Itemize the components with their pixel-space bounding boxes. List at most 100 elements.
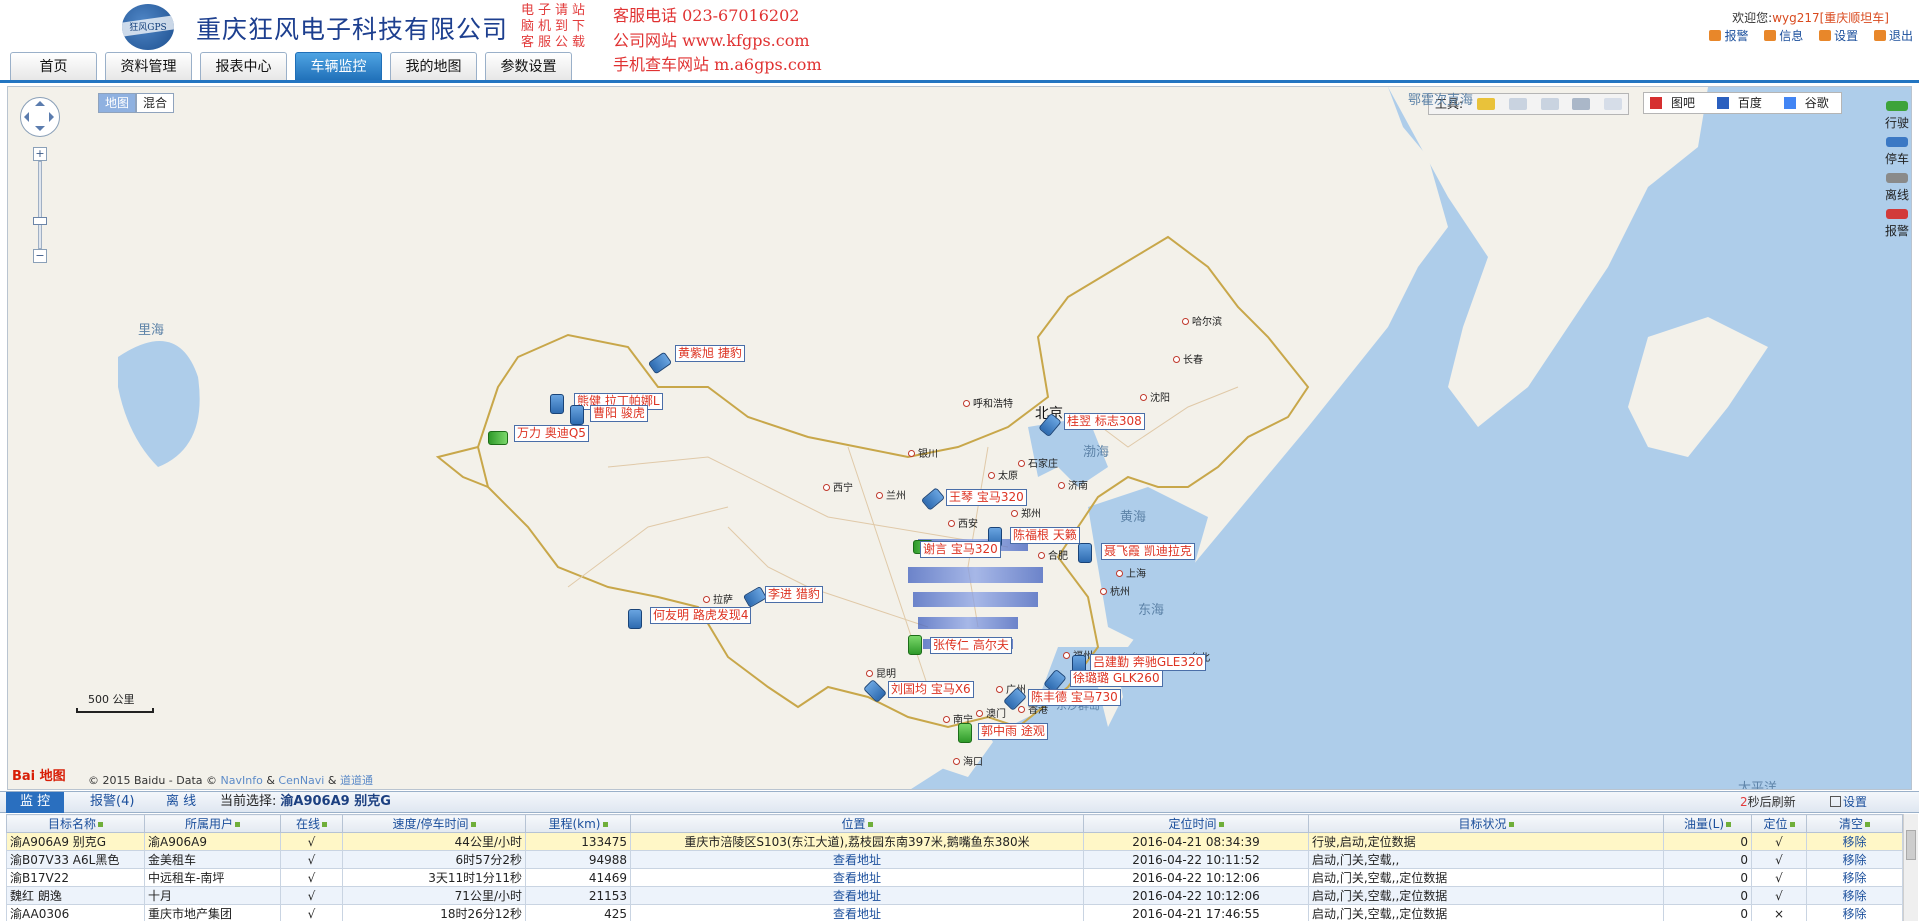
vehicle-icon[interactable]: [488, 431, 508, 445]
vehicle-icon[interactable]: [628, 609, 642, 629]
sort-icon[interactable]: [98, 822, 103, 827]
column-header[interactable]: 位置: [630, 814, 1084, 833]
tab-home[interactable]: 首页: [10, 52, 97, 81]
provider-baidu[interactable]: 百度: [1711, 93, 1774, 113]
vehicle-cluster[interactable]: [913, 592, 1038, 607]
zoom-out-button[interactable]: −: [33, 249, 47, 263]
column-header[interactable]: 清空: [1806, 814, 1903, 833]
cennavi-link[interactable]: CenNavi: [278, 774, 324, 787]
vehicle-icon[interactable]: [570, 405, 584, 425]
vehicle-label[interactable]: 聂飞霞 凯迪拉克: [1101, 543, 1195, 560]
cell-location[interactable]: 查看地址: [630, 886, 1084, 905]
vehicle-label[interactable]: 刘国均 宝马X6: [888, 681, 974, 698]
vehicle-label[interactable]: 何友明 路虎发现4: [650, 607, 752, 624]
zoom-out-tool-icon[interactable]: [1540, 98, 1559, 110]
vehicle-label[interactable]: 吕建勤 奔驰GLE320: [1090, 654, 1207, 671]
pencil-icon[interactable]: [1476, 98, 1495, 110]
column-header[interactable]: 目标名称: [6, 814, 145, 833]
cell-action[interactable]: 移除: [1806, 868, 1903, 887]
sort-icon[interactable]: [1726, 822, 1732, 827]
alarm-link[interactable]: 报警: [1709, 27, 1748, 44]
vehicle-icon[interactable]: [550, 394, 564, 414]
column-header[interactable]: 里程(km): [525, 814, 631, 833]
vehicle-label[interactable]: 桂翌 标志308: [1064, 413, 1145, 430]
sort-icon[interactable]: [1508, 822, 1514, 827]
cell-location[interactable]: 查看地址: [630, 868, 1084, 887]
tab-parameter-settings[interactable]: 参数设置: [485, 52, 572, 81]
table-row[interactable]: 魏红 朗逸 十月 √ 71公里/小时 21153 查看地址 2016-04-22 10:12…: [6, 886, 1903, 905]
column-header[interactable]: 所属用户: [144, 814, 281, 833]
cell-action[interactable]: 移除: [1806, 904, 1903, 921]
vehicle-label[interactable]: 黄紫旭 捷豹: [675, 345, 745, 362]
vehicle-label[interactable]: 郭中雨 途观: [978, 723, 1048, 740]
vehicle-label[interactable]: 王琴 宝马320: [946, 489, 1027, 506]
ruler-icon[interactable]: [1572, 98, 1591, 110]
column-header[interactable]: 油量(L): [1663, 814, 1752, 833]
map-view[interactable]: + − 地图 混合 工具: 图吧 百度 谷歌 行驶 停车 离线 报警 里海 渤海…: [7, 86, 1912, 790]
zoom-in-button[interactable]: +: [33, 147, 47, 161]
zoom-track[interactable]: [38, 161, 42, 249]
sort-icon[interactable]: [1218, 822, 1224, 827]
table-row[interactable]: 渝A906A9 别克G 渝A906A9 √ 44公里/小时 133475 重庆市涪陵区S1…: [6, 832, 1903, 851]
user-name[interactable]: wyg217[重庆顺坦车]: [1772, 11, 1889, 25]
sort-icon[interactable]: [1865, 822, 1870, 827]
tab-offline[interactable]: 离 线: [152, 792, 210, 813]
vehicle-cluster[interactable]: [908, 567, 1043, 583]
tab-my-map[interactable]: 我的地图: [390, 52, 477, 81]
tab-monitor[interactable]: 监 控: [6, 792, 65, 813]
panel-settings-button[interactable]: 设置: [1830, 792, 1867, 812]
sort-icon[interactable]: [602, 822, 608, 827]
table-scrollbar[interactable]: [1903, 814, 1918, 921]
tab-alarm[interactable]: 报警(4): [76, 792, 148, 813]
locate-icon[interactable]: [1604, 98, 1623, 110]
vehicle-label[interactable]: 陈丰德 宝马730: [1028, 689, 1121, 706]
logout-link[interactable]: 退出: [1873, 27, 1913, 44]
vehicle-icon[interactable]: [908, 635, 922, 655]
map-type-map[interactable]: 地图: [98, 93, 137, 113]
vehicle-label[interactable]: 谢言 宝马320: [920, 541, 1001, 558]
sort-icon[interactable]: [1789, 822, 1795, 827]
pan-down-icon[interactable]: [35, 126, 45, 136]
scrollbar-thumb[interactable]: [1906, 830, 1916, 860]
sort-icon[interactable]: [235, 822, 240, 827]
settings-link[interactable]: 设置: [1819, 27, 1858, 44]
vehicle-icon[interactable]: [958, 723, 972, 743]
tab-data-management[interactable]: 资料管理: [105, 52, 192, 81]
tab-report-center[interactable]: 报表中心: [200, 52, 287, 81]
vehicle-label[interactable]: 万力 奥迪Q5: [514, 425, 589, 442]
cell-action[interactable]: 移除: [1806, 886, 1903, 905]
cell-location[interactable]: 查看地址: [630, 850, 1084, 869]
cell-action[interactable]: 移除: [1806, 850, 1903, 869]
sort-icon[interactable]: [322, 822, 327, 827]
table-row[interactable]: 渝B07V33 A6L黑色 金美租车 √ 6时57分2秒 94988 查看地址 2016-0…: [6, 850, 1903, 869]
provider-google[interactable]: 谷歌: [1778, 93, 1841, 113]
table-row[interactable]: 渝AA0306 重庆市地产集团 √ 18时26分12秒 425 查看地址 2016-04-2…: [6, 904, 1903, 921]
zoom-in-tool-icon[interactable]: [1508, 98, 1527, 110]
column-header[interactable]: 目标状况: [1308, 814, 1664, 833]
column-header[interactable]: 在线: [280, 814, 343, 833]
vehicle-label[interactable]: 曹阳 骏虎: [590, 405, 648, 422]
map-type-hybrid[interactable]: 混合: [136, 93, 175, 113]
pan-left-icon[interactable]: [19, 112, 29, 122]
column-header[interactable]: 定位时间: [1083, 814, 1309, 833]
vehicle-label[interactable]: 张传仁 高尔夫: [930, 637, 1012, 654]
sort-icon[interactable]: [470, 822, 476, 827]
vehicle-icon[interactable]: [1078, 543, 1092, 563]
pan-control[interactable]: [20, 97, 60, 137]
pan-up-icon[interactable]: [35, 96, 45, 106]
zoom-slider-handle[interactable]: [33, 217, 47, 225]
column-header[interactable]: 定位: [1751, 814, 1807, 833]
provider-tuba[interactable]: 图吧: [1644, 93, 1707, 113]
navinfo-link[interactable]: NavInfo: [221, 774, 263, 787]
cell-location[interactable]: 查看地址: [630, 904, 1084, 921]
vehicle-label[interactable]: 徐璐璐 GLK260: [1070, 670, 1163, 687]
vehicle-label[interactable]: 陈福根 天籁: [1010, 527, 1080, 544]
message-link[interactable]: 信息: [1764, 27, 1803, 44]
daodaotong-link[interactable]: 道道通: [340, 774, 373, 787]
tab-vehicle-monitor[interactable]: 车辆监控: [295, 52, 382, 81]
vehicle-label[interactable]: 李进 猎豹: [765, 586, 823, 603]
table-row[interactable]: 渝B17V22 中远租车-南坪 √ 3天11时1分11秒 41469 查看地址 2016-0…: [6, 868, 1903, 887]
pan-right-icon[interactable]: [49, 112, 59, 122]
cell-action[interactable]: 移除: [1806, 832, 1903, 851]
vehicle-cluster[interactable]: [918, 617, 1018, 629]
